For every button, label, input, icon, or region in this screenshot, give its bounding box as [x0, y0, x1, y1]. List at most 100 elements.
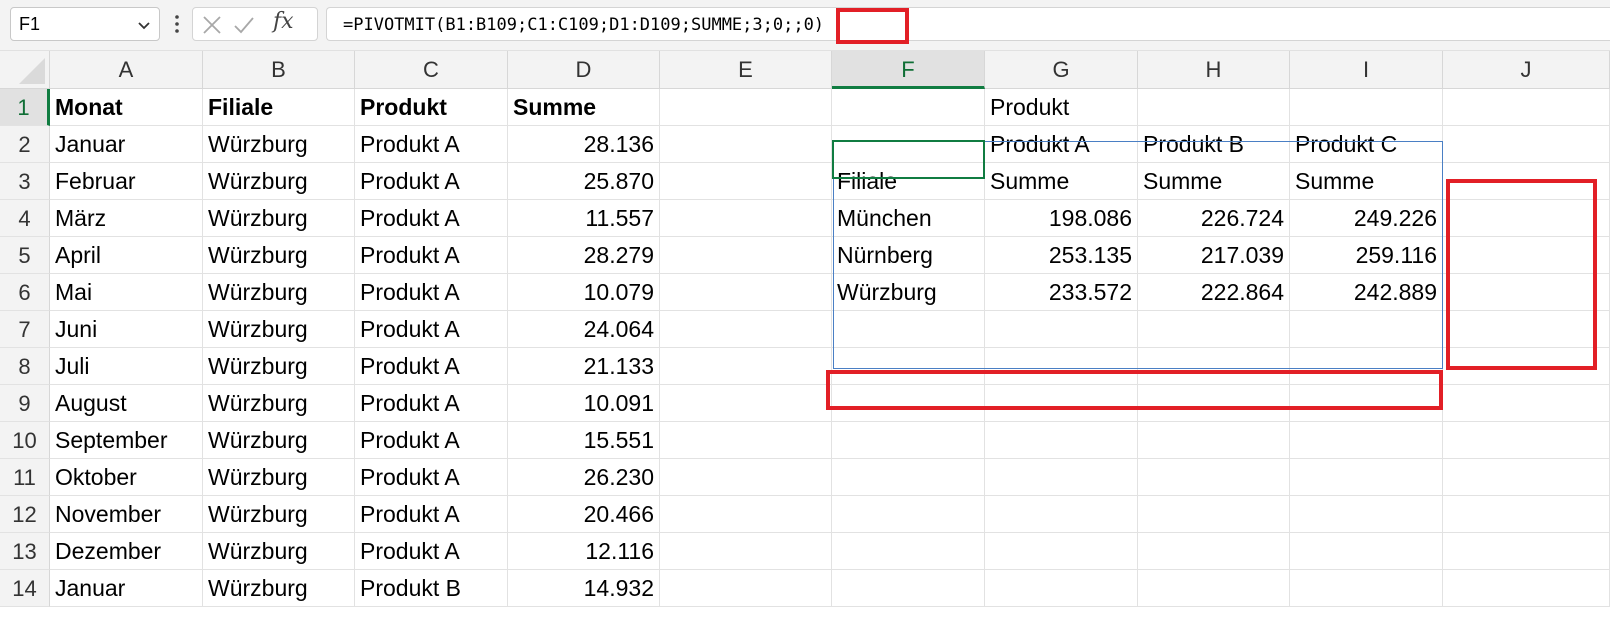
cell-a8[interactable]: Juli: [50, 348, 203, 385]
cell-e3[interactable]: [660, 163, 832, 200]
cell-h1[interactable]: [1138, 89, 1290, 126]
cell-j10[interactable]: [1443, 422, 1610, 459]
cell-g14[interactable]: [985, 570, 1138, 607]
cell-i6[interactable]: 242.889: [1290, 274, 1443, 311]
cell-e12[interactable]: [660, 496, 832, 533]
cell-h14[interactable]: [1138, 570, 1290, 607]
column-header-a[interactable]: A: [50, 51, 203, 89]
cell-f11[interactable]: [832, 459, 985, 496]
cell-e8[interactable]: [660, 348, 832, 385]
cell-b12[interactable]: Würzburg: [203, 496, 355, 533]
cell-h11[interactable]: [1138, 459, 1290, 496]
column-header-g[interactable]: G: [985, 51, 1138, 89]
cell-a6[interactable]: Mai: [50, 274, 203, 311]
cell-e10[interactable]: [660, 422, 832, 459]
cell-f10[interactable]: [832, 422, 985, 459]
cancel-icon[interactable]: [201, 14, 223, 36]
cell-i13[interactable]: [1290, 533, 1443, 570]
cell-j12[interactable]: [1443, 496, 1610, 533]
cell-d3[interactable]: 25.870: [508, 163, 660, 200]
cell-c4[interactable]: Produkt A: [355, 200, 508, 237]
cell-g12[interactable]: [985, 496, 1138, 533]
cell-i7[interactable]: [1290, 311, 1443, 348]
select-all-button[interactable]: [0, 51, 50, 89]
row-header-8[interactable]: 8: [0, 348, 50, 385]
column-header-f[interactable]: F: [832, 51, 985, 89]
cell-d11[interactable]: 26.230: [508, 459, 660, 496]
enter-check-icon[interactable]: [233, 14, 255, 36]
row-header-9[interactable]: 9: [0, 385, 50, 422]
cell-d13[interactable]: 12.116: [508, 533, 660, 570]
cell-d5[interactable]: 28.279: [508, 237, 660, 274]
row-header-5[interactable]: 5: [0, 237, 50, 274]
cell-h3[interactable]: Summe: [1138, 163, 1290, 200]
cell-b8[interactable]: Würzburg: [203, 348, 355, 385]
cell-i11[interactable]: [1290, 459, 1443, 496]
cell-g7[interactable]: [985, 311, 1138, 348]
cell-e1[interactable]: [660, 89, 832, 126]
cell-c9[interactable]: Produkt A: [355, 385, 508, 422]
formula-input[interactable]: =PIVOTMIT(B1:B109;C1:C109;D1:D109;SUMME;…: [326, 7, 1610, 41]
cell-f1[interactable]: [832, 89, 985, 126]
more-options-icon[interactable]: [170, 12, 184, 36]
column-header-b[interactable]: B: [203, 51, 355, 89]
cell-j14[interactable]: [1443, 570, 1610, 607]
cell-c5[interactable]: Produkt A: [355, 237, 508, 274]
cell-b5[interactable]: Würzburg: [203, 237, 355, 274]
cell-i2[interactable]: Produkt C: [1290, 126, 1443, 163]
cell-f14[interactable]: [832, 570, 985, 607]
cell-b2[interactable]: Würzburg: [203, 126, 355, 163]
cell-b4[interactable]: Würzburg: [203, 200, 355, 237]
row-header-4[interactable]: 4: [0, 200, 50, 237]
cell-j2[interactable]: [1443, 126, 1610, 163]
row-header-6[interactable]: 6: [0, 274, 50, 311]
cell-c7[interactable]: Produkt A: [355, 311, 508, 348]
cell-f7[interactable]: [832, 311, 985, 348]
cell-j13[interactable]: [1443, 533, 1610, 570]
cell-e6[interactable]: [660, 274, 832, 311]
cell-i12[interactable]: [1290, 496, 1443, 533]
cell-c3[interactable]: Produkt A: [355, 163, 508, 200]
cell-a14[interactable]: Januar: [50, 570, 203, 607]
cell-c12[interactable]: Produkt A: [355, 496, 508, 533]
cell-e9[interactable]: [660, 385, 832, 422]
cell-b11[interactable]: Würzburg: [203, 459, 355, 496]
cell-a1[interactable]: Monat: [50, 89, 203, 126]
cell-g6[interactable]: 233.572: [985, 274, 1138, 311]
row-header-3[interactable]: 3: [0, 163, 50, 200]
column-header-d[interactable]: D: [508, 51, 660, 89]
cell-d10[interactable]: 15.551: [508, 422, 660, 459]
insert-function-icon[interactable]: fx: [273, 9, 294, 34]
cell-g3[interactable]: Summe: [985, 163, 1138, 200]
row-header-1[interactable]: 1: [0, 89, 50, 126]
chevron-down-icon[interactable]: [135, 16, 153, 34]
cell-j1[interactable]: [1443, 89, 1610, 126]
name-box[interactable]: F1: [10, 7, 160, 41]
cell-g4[interactable]: 198.086: [985, 200, 1138, 237]
cell-b7[interactable]: Würzburg: [203, 311, 355, 348]
cell-c1[interactable]: Produkt: [355, 89, 508, 126]
cell-b3[interactable]: Würzburg: [203, 163, 355, 200]
cell-e5[interactable]: [660, 237, 832, 274]
cell-a4[interactable]: März: [50, 200, 203, 237]
cell-j11[interactable]: [1443, 459, 1610, 496]
cell-g11[interactable]: [985, 459, 1138, 496]
column-header-i[interactable]: I: [1290, 51, 1443, 89]
cell-i1[interactable]: [1290, 89, 1443, 126]
cell-i14[interactable]: [1290, 570, 1443, 607]
cell-i5[interactable]: 259.116: [1290, 237, 1443, 274]
row-header-7[interactable]: 7: [0, 311, 50, 348]
cell-c10[interactable]: Produkt A: [355, 422, 508, 459]
column-header-c[interactable]: C: [355, 51, 508, 89]
cell-g5[interactable]: 253.135: [985, 237, 1138, 274]
row-header-14[interactable]: 14: [0, 570, 50, 607]
cell-c14[interactable]: Produkt B: [355, 570, 508, 607]
cell-h4[interactable]: 226.724: [1138, 200, 1290, 237]
cell-g13[interactable]: [985, 533, 1138, 570]
cell-g2[interactable]: Produkt A: [985, 126, 1138, 163]
cell-d14[interactable]: 14.932: [508, 570, 660, 607]
cell-i4[interactable]: 249.226: [1290, 200, 1443, 237]
cell-g10[interactable]: [985, 422, 1138, 459]
cell-a7[interactable]: Juni: [50, 311, 203, 348]
cell-d7[interactable]: 24.064: [508, 311, 660, 348]
